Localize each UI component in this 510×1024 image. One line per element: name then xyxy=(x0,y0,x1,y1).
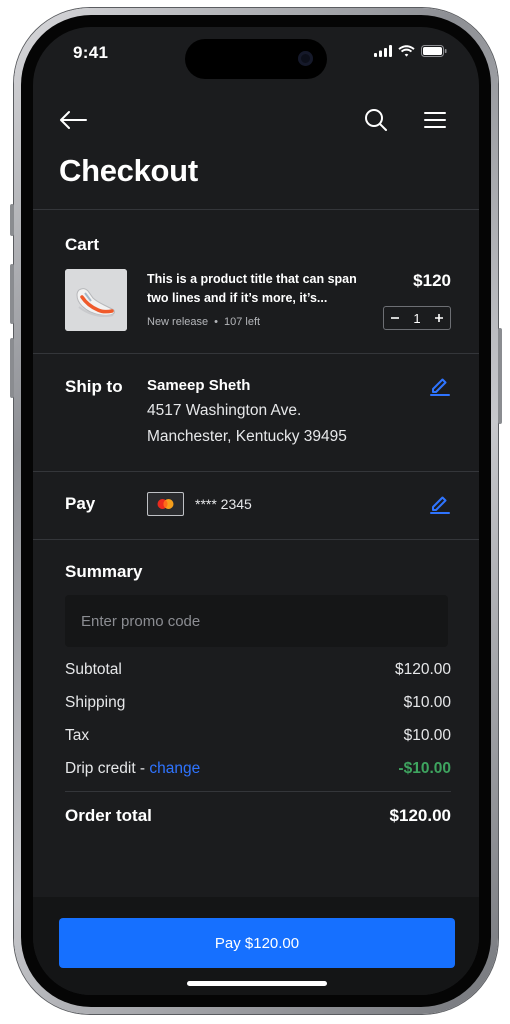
summary-row-total: Order total $120.00 xyxy=(65,806,451,826)
shipping-address-line1: 4517 Washington Ave. xyxy=(147,402,302,419)
status-icons xyxy=(374,45,447,57)
camera-icon xyxy=(298,51,313,66)
credit-value: -$10.00 xyxy=(398,760,451,777)
volume-down-button xyxy=(10,338,14,398)
subtotal-label: Subtotal xyxy=(65,661,122,678)
search-icon xyxy=(365,109,387,131)
credit-label-group: Drip credit - change xyxy=(65,760,200,778)
card-number: **** 2345 xyxy=(195,496,252,512)
divider xyxy=(33,539,479,540)
product-tag: New release xyxy=(147,316,209,328)
pay-label: Pay xyxy=(65,494,96,513)
total-label: Order total xyxy=(65,806,152,825)
wifi-icon xyxy=(398,45,415,57)
summary-row-subtotal: Subtotal $120.00 xyxy=(65,661,451,679)
divider xyxy=(65,791,451,792)
divider xyxy=(33,209,479,210)
tax-label: Tax xyxy=(65,727,90,744)
action-button xyxy=(10,204,14,236)
promo-code-input[interactable]: Enter promo code xyxy=(65,595,448,647)
plus-icon xyxy=(434,313,443,322)
sneaker-icon xyxy=(65,269,127,331)
summary-label: Summary xyxy=(65,562,143,581)
page-title: Checkout xyxy=(59,153,198,188)
search-button[interactable] xyxy=(359,103,393,137)
change-credit-link[interactable]: change xyxy=(149,760,200,777)
pay-button[interactable]: Pay $120.00 xyxy=(59,918,455,968)
signal-icon xyxy=(374,45,392,57)
product-price: $120 xyxy=(413,271,451,290)
credit-label: Drip credit - xyxy=(65,760,150,777)
cart-label: Cart xyxy=(65,235,100,254)
tax-value: $10.00 xyxy=(403,727,451,744)
summary-row-credit: Drip credit - change -$10.00 xyxy=(65,760,451,778)
status-time: 9:41 xyxy=(73,43,109,62)
shipping-value: $10.00 xyxy=(403,694,451,711)
status-bar: 9:41 xyxy=(33,27,479,81)
divider xyxy=(33,471,479,472)
minus-icon xyxy=(391,316,399,319)
phone-frame: 9:41 Checkout Cart This is a product tit… xyxy=(10,8,502,1014)
product-meta: New release • 107 left xyxy=(147,316,260,328)
battery-icon xyxy=(421,45,447,57)
menu-button[interactable] xyxy=(418,103,452,137)
volume-up-button xyxy=(10,264,14,324)
increment-button[interactable] xyxy=(434,311,444,326)
back-button[interactable] xyxy=(55,103,91,137)
summary-row-shipping: Shipping $10.00 xyxy=(65,694,451,712)
menu-icon xyxy=(424,112,446,128)
dynamic-island xyxy=(185,39,327,79)
summary-row-tax: Tax $10.00 xyxy=(65,727,451,745)
quantity-value: 1 xyxy=(413,310,421,326)
screen: 9:41 Checkout Cart This is a product tit… xyxy=(33,27,479,995)
subtotal-value: $120.00 xyxy=(394,661,451,678)
total-value: $120.00 xyxy=(389,806,451,825)
power-button xyxy=(498,328,502,424)
edit-payment-button[interactable] xyxy=(429,492,451,519)
back-arrow-icon xyxy=(60,111,87,129)
ship-to-label: Ship to xyxy=(65,377,123,396)
shipping-label: Shipping xyxy=(65,694,126,711)
home-indicator xyxy=(187,981,327,986)
quantity-stepper: 1 xyxy=(383,306,451,330)
product-title[interactable]: This is a product title that can span tw… xyxy=(147,270,375,308)
top-navigation xyxy=(33,97,479,143)
edit-pencil-icon xyxy=(430,496,450,514)
edit-shipping-button[interactable] xyxy=(429,374,451,401)
decrement-button[interactable] xyxy=(390,311,400,326)
mastercard-icon xyxy=(147,492,184,516)
separator-dot: • xyxy=(214,316,218,328)
divider xyxy=(33,353,479,354)
promo-placeholder: Enter promo code xyxy=(81,612,201,630)
shipping-name: Sameep Sheth xyxy=(147,377,251,394)
stock-count: 107 left xyxy=(224,316,261,328)
shipping-address-line2: Manchester, Kentucky 39495 xyxy=(147,428,347,445)
product-image[interactable] xyxy=(65,269,127,331)
edit-pencil-icon xyxy=(430,378,450,396)
